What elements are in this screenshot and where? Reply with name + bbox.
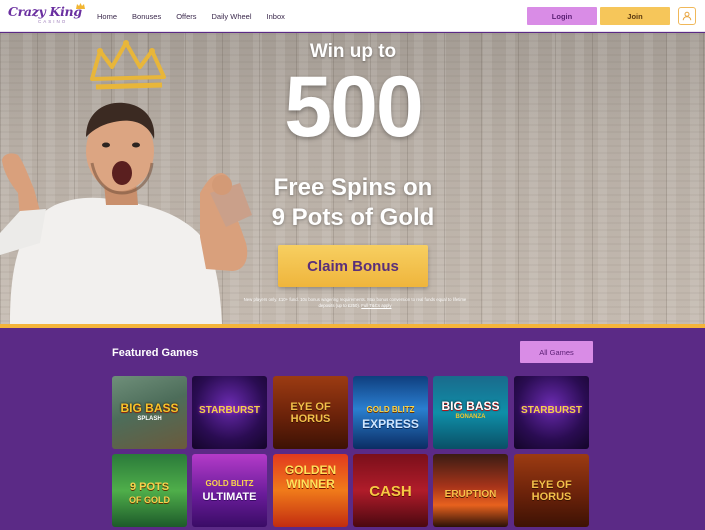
main-nav: Home Bonuses Offers Daily Wheel Inbox xyxy=(97,12,300,21)
game-tile[interactable]: BIG BASS SPLASH xyxy=(112,376,187,449)
site-header: Crazy King CASINO Home Bonuses Offers Da… xyxy=(0,0,705,32)
game-title: EYE OF xyxy=(290,401,331,413)
logo-text: Crazy King xyxy=(8,4,82,19)
game-subtitle: OF GOLD xyxy=(129,495,170,505)
game-tile[interactable]: STARBURST xyxy=(514,376,589,449)
game-title: STARBURST xyxy=(521,405,582,416)
login-button[interactable]: Login xyxy=(527,7,597,25)
nav-home[interactable]: Home xyxy=(97,12,117,21)
logo-subtext: CASINO xyxy=(38,19,68,24)
game-tile[interactable]: STARBURST xyxy=(192,376,267,449)
site-logo[interactable]: Crazy King CASINO xyxy=(8,3,86,30)
game-title: BIG BASS xyxy=(441,399,500,413)
game-tile[interactable]: ERUPTION xyxy=(433,454,508,527)
game-tile[interactable]: BIG BASS BONANZA xyxy=(433,376,508,449)
nav-offers[interactable]: Offers xyxy=(176,12,196,21)
game-subtitle: HORUS xyxy=(531,491,572,503)
game-title: CASH xyxy=(369,483,412,500)
all-games-button[interactable]: All Games xyxy=(520,341,593,363)
nav-inbox[interactable]: Inbox xyxy=(267,12,285,21)
hero-crown xyxy=(90,40,166,90)
game-title: EYE OF xyxy=(531,479,572,491)
hero-headline-number: 500 xyxy=(284,59,424,155)
game-tile[interactable]: EYE OF HORUS xyxy=(273,376,348,449)
game-title: ERUPTION xyxy=(444,489,497,500)
featured-games-title: Featured Games xyxy=(112,347,199,359)
game-subtitle: BONANZA xyxy=(455,414,486,420)
terms-text-2: deposits (up to £250). xyxy=(318,303,361,308)
game-title: STARBURST xyxy=(199,405,260,416)
game-tile[interactable]: 9 POTS OF GOLD xyxy=(112,454,187,527)
game-title: BIG BASS xyxy=(120,401,179,415)
game-subtitle: ULTIMATE xyxy=(202,491,257,503)
featured-games-section: Featured Games All Games BIG BASS SPLASH… xyxy=(0,328,705,530)
game-subtitle: SPLASH xyxy=(137,416,162,422)
crown-icon xyxy=(76,3,85,9)
game-tile[interactable]: CASH xyxy=(353,454,428,527)
game-title: GOLD BLITZ xyxy=(366,405,415,414)
hero-subline-2: 9 Pots of Gold xyxy=(271,204,435,231)
terms-text-1: New players only. £10+ fund. 10x bonus w… xyxy=(243,297,467,302)
join-button[interactable]: Join xyxy=(600,7,670,25)
game-subtitle: WINNER xyxy=(286,477,335,491)
game-tile[interactable]: GOLDEN WINNER xyxy=(273,454,348,527)
nav-bonuses[interactable]: Bonuses xyxy=(132,12,161,21)
nav-daily-wheel[interactable]: Daily Wheel xyxy=(212,12,252,21)
game-subtitle: EXPRESS xyxy=(362,417,419,431)
user-account-button[interactable] xyxy=(678,7,696,25)
terms-link[interactable]: Full T&Cs apply xyxy=(361,303,391,308)
game-subtitle: HORUS xyxy=(290,413,331,425)
game-tile[interactable]: EYE OF HORUS xyxy=(514,454,589,527)
game-title: 9 POTS xyxy=(129,481,170,493)
game-tile[interactable]: GOLD BLITZ ULTIMATE xyxy=(192,454,267,527)
claim-bonus-button[interactable]: Claim Bonus xyxy=(278,245,428,287)
game-title: GOLD BLITZ xyxy=(205,479,254,488)
game-title: GOLDEN xyxy=(284,463,337,477)
hero-banner: Win up to 500 Free Spins on 9 Pots of Go… xyxy=(0,33,705,324)
hero-terms: New players only. £10+ fund. 10x bonus w… xyxy=(210,297,500,309)
game-tile[interactable]: GOLD BLITZ EXPRESS xyxy=(353,376,428,449)
hero-subline-1: Free Spins on xyxy=(273,174,433,201)
user-icon xyxy=(682,11,692,21)
